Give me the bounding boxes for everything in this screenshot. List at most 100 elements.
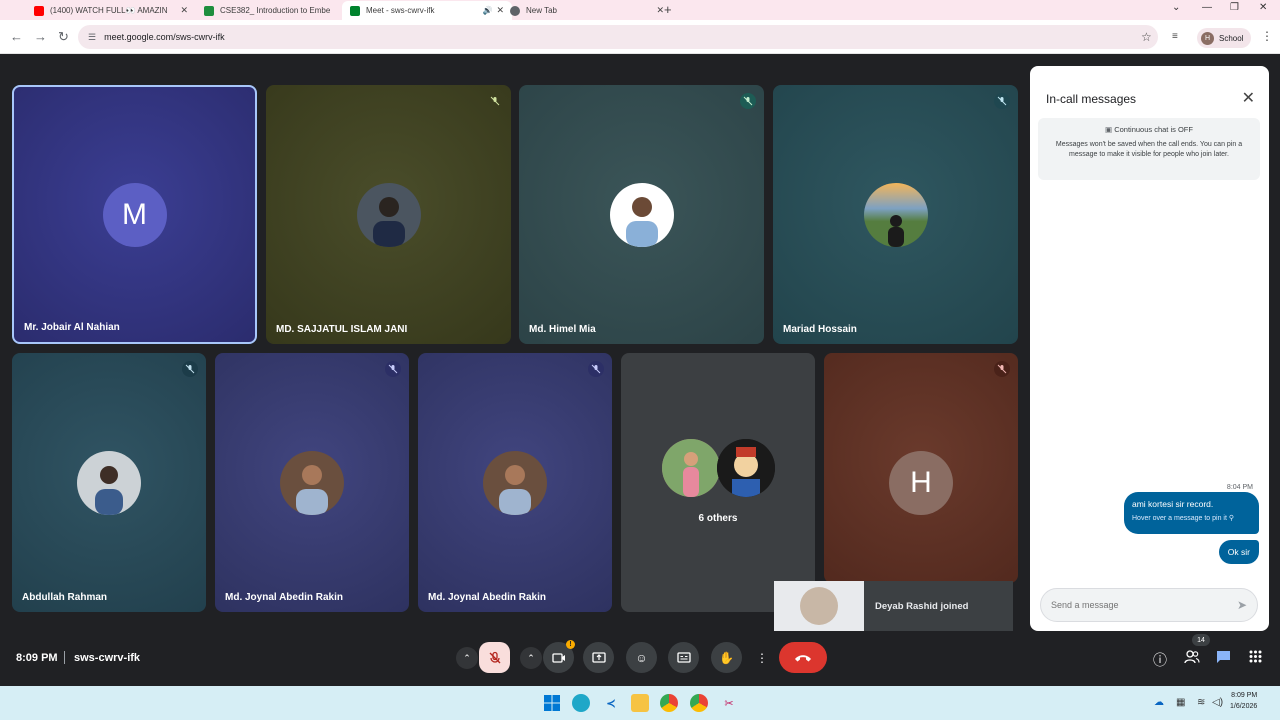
muted-mic-icon <box>994 93 1010 109</box>
restore-icon[interactable]: ❐ <box>1230 2 1239 13</box>
cloud-icon[interactable]: ☁ <box>1154 697 1164 708</box>
raise-hand-button[interactable]: ✋ <box>711 642 742 673</box>
network-icon[interactable]: ▦ <box>1176 697 1185 708</box>
classroom-icon <box>204 5 214 16</box>
participant-tile[interactable]: Md. Joynal Abedin Rakin <box>418 353 612 612</box>
browser-menu-icon[interactable]: ⋮ <box>1261 29 1273 43</box>
media-controls-icon[interactable]: ≡ <box>1172 31 1178 42</box>
join-notification: Deyab Rashid joined <box>774 581 1013 631</box>
warning-icon: ! <box>566 640 575 649</box>
profile-label: School <box>1219 33 1244 43</box>
tab-title: CSE382_ Introduction to Embe <box>220 6 331 15</box>
avatar <box>356 182 421 247</box>
chat-icon[interactable] <box>1216 650 1231 667</box>
emoji-reaction-button[interactable]: ☺ <box>626 642 657 673</box>
window-close-icon[interactable]: ✕ <box>1259 2 1267 13</box>
chat-message[interactable]: Ok sir <box>1218 540 1259 564</box>
message-time: 8:04 PM <box>1226 484 1253 491</box>
close-tab-icon[interactable]: ✕ <box>656 5 664 16</box>
snipping-tool-icon[interactable]: ✂ <box>720 694 738 712</box>
chrome-icon[interactable] <box>660 694 678 712</box>
participant-name: MD. SAJJATUL ISLAM JANI <box>276 324 408 335</box>
youtube-icon <box>34 5 44 16</box>
site-info-icon[interactable]: ☰ <box>88 32 96 43</box>
tab-search-icon[interactable]: ⌄ <box>1172 2 1180 13</box>
tab-new-tab[interactable]: New Tab ✕ <box>502 1 672 20</box>
avatar <box>662 439 720 497</box>
forward-icon[interactable]: → <box>34 29 47 44</box>
tab-classroom[interactable]: CSE382_ Introduction to Embe ✕ <box>196 1 366 20</box>
system-date: 1/6/2026 <box>1230 703 1258 710</box>
edge-icon[interactable] <box>572 694 590 712</box>
tab-title: New Tab <box>526 6 557 15</box>
chat-bubble-icon: ▣ <box>1105 125 1115 134</box>
others-tile[interactable]: 6 others <box>621 353 815 612</box>
chat-message[interactable]: ami kortesi sir record. Hover over a mes… <box>1124 492 1259 534</box>
speaker-icon[interactable]: 🔊 <box>482 6 492 15</box>
system-clock[interactable]: 8:09 PM 1/6/2026 <box>1230 690 1257 712</box>
muted-mic-icon <box>182 361 198 377</box>
more-options-icon[interactable]: ⋮ <box>752 642 772 673</box>
video-options-chevron-icon[interactable]: ⌃ <box>520 647 542 669</box>
participant-tile[interactable]: H <box>824 353 1018 583</box>
meeting-controls-bar: 8:09 PM sws-cwrv-ifk ⌃ ⌃ ! ☺ ✋ ⋮ ⓘ 14 <box>0 634 1280 682</box>
avatar <box>77 450 141 515</box>
message-input[interactable] <box>1051 600 1237 610</box>
participant-tile[interactable]: M Mr. Jobair Al Nahian <box>12 85 257 344</box>
others-count: 6 others <box>698 513 738 524</box>
vscode-icon[interactable]: ≺ <box>602 694 620 712</box>
participant-tile[interactable]: Md. Joynal Abedin Rakin <box>215 353 409 612</box>
participant-name: Md. Joynal Abedin Rakin <box>428 592 546 603</box>
message-text: Ok sir <box>1227 547 1250 557</box>
pin-icon[interactable]: ⚲ <box>1229 515 1234 522</box>
notice-heading: Continuous chat is OFF <box>1114 125 1193 134</box>
profile-button[interactable]: H School <box>1197 28 1252 48</box>
muted-mic-icon <box>385 361 401 377</box>
participant-tile[interactable]: Md. Himel Mia <box>519 85 764 344</box>
participant-tile[interactable]: Mariad Hossain <box>773 85 1018 344</box>
tab-title: Meet - sws-cwrv-ifk <box>366 6 435 15</box>
new-tab-button[interactable]: + <box>664 2 672 17</box>
avatar: H <box>889 451 953 515</box>
participant-tile[interactable]: Abdullah Rahman <box>12 353 206 612</box>
windows-start-icon[interactable] <box>543 694 561 712</box>
file-explorer-icon[interactable] <box>631 694 649 712</box>
url-field[interactable]: ☰ meet.google.com/sws-cwrv-ifk <box>78 25 1158 49</box>
avatar: H <box>1201 31 1214 45</box>
tab-youtube[interactable]: (1400) WATCH FULL👀 AMAZIN ✕ <box>26 1 196 20</box>
chrome-profile-icon[interactable] <box>690 694 708 712</box>
muted-mic-icon <box>588 361 604 377</box>
browser-tab-strip: (1400) WATCH FULL👀 AMAZIN ✕ CSE382_ Intr… <box>0 0 1280 20</box>
avatar: M <box>102 182 167 247</box>
audio-options-chevron-icon[interactable]: ⌃ <box>456 647 478 669</box>
activities-icon[interactable] <box>1249 650 1262 666</box>
back-icon[interactable]: ← <box>10 29 23 44</box>
bookmark-star-icon[interactable]: ☆ <box>1141 30 1152 44</box>
avatar <box>774 581 864 631</box>
wifi-icon[interactable]: ≋ <box>1197 697 1205 708</box>
volume-icon[interactable]: ◁) <box>1212 697 1223 708</box>
divider <box>64 651 65 664</box>
chat-title: In-call messages <box>1046 92 1137 106</box>
participant-tile[interactable]: MD. SAJJATUL ISLAM JANI <box>266 85 511 344</box>
muted-mic-icon <box>994 361 1010 377</box>
participant-name: Md. Himel Mia <box>529 324 596 335</box>
people-icon[interactable] <box>1184 650 1200 667</box>
send-icon[interactable]: ➤ <box>1237 598 1247 612</box>
leave-call-button[interactable] <box>779 642 827 673</box>
os-taskbar: ≺ ✂ ☁ ▦ ≋ ◁) 8:09 PM 1/6/2026 <box>0 686 1280 720</box>
close-tab-icon[interactable]: ✕ <box>180 5 188 16</box>
avatar <box>863 182 928 247</box>
mic-toggle-button[interactable] <box>479 642 510 673</box>
meet-icon <box>350 5 360 16</box>
close-icon[interactable]: ✕ <box>1242 88 1255 108</box>
meeting-details-icon[interactable]: ⓘ <box>1153 650 1167 670</box>
reload-icon[interactable]: ↻ <box>58 29 69 45</box>
address-bar-row: ← → ↻ ☰ meet.google.com/sws-cwrv-ifk ☆ ≡… <box>0 20 1280 54</box>
message-input-box: ➤ <box>1040 588 1258 622</box>
tab-meet[interactable]: Meet - sws-cwrv-ifk 🔊 ✕ <box>342 1 512 20</box>
captions-button[interactable] <box>668 642 699 673</box>
people-count-badge: 14 <box>1192 634 1210 646</box>
minimize-icon[interactable]: — <box>1202 2 1212 13</box>
present-screen-button[interactable] <box>583 642 614 673</box>
